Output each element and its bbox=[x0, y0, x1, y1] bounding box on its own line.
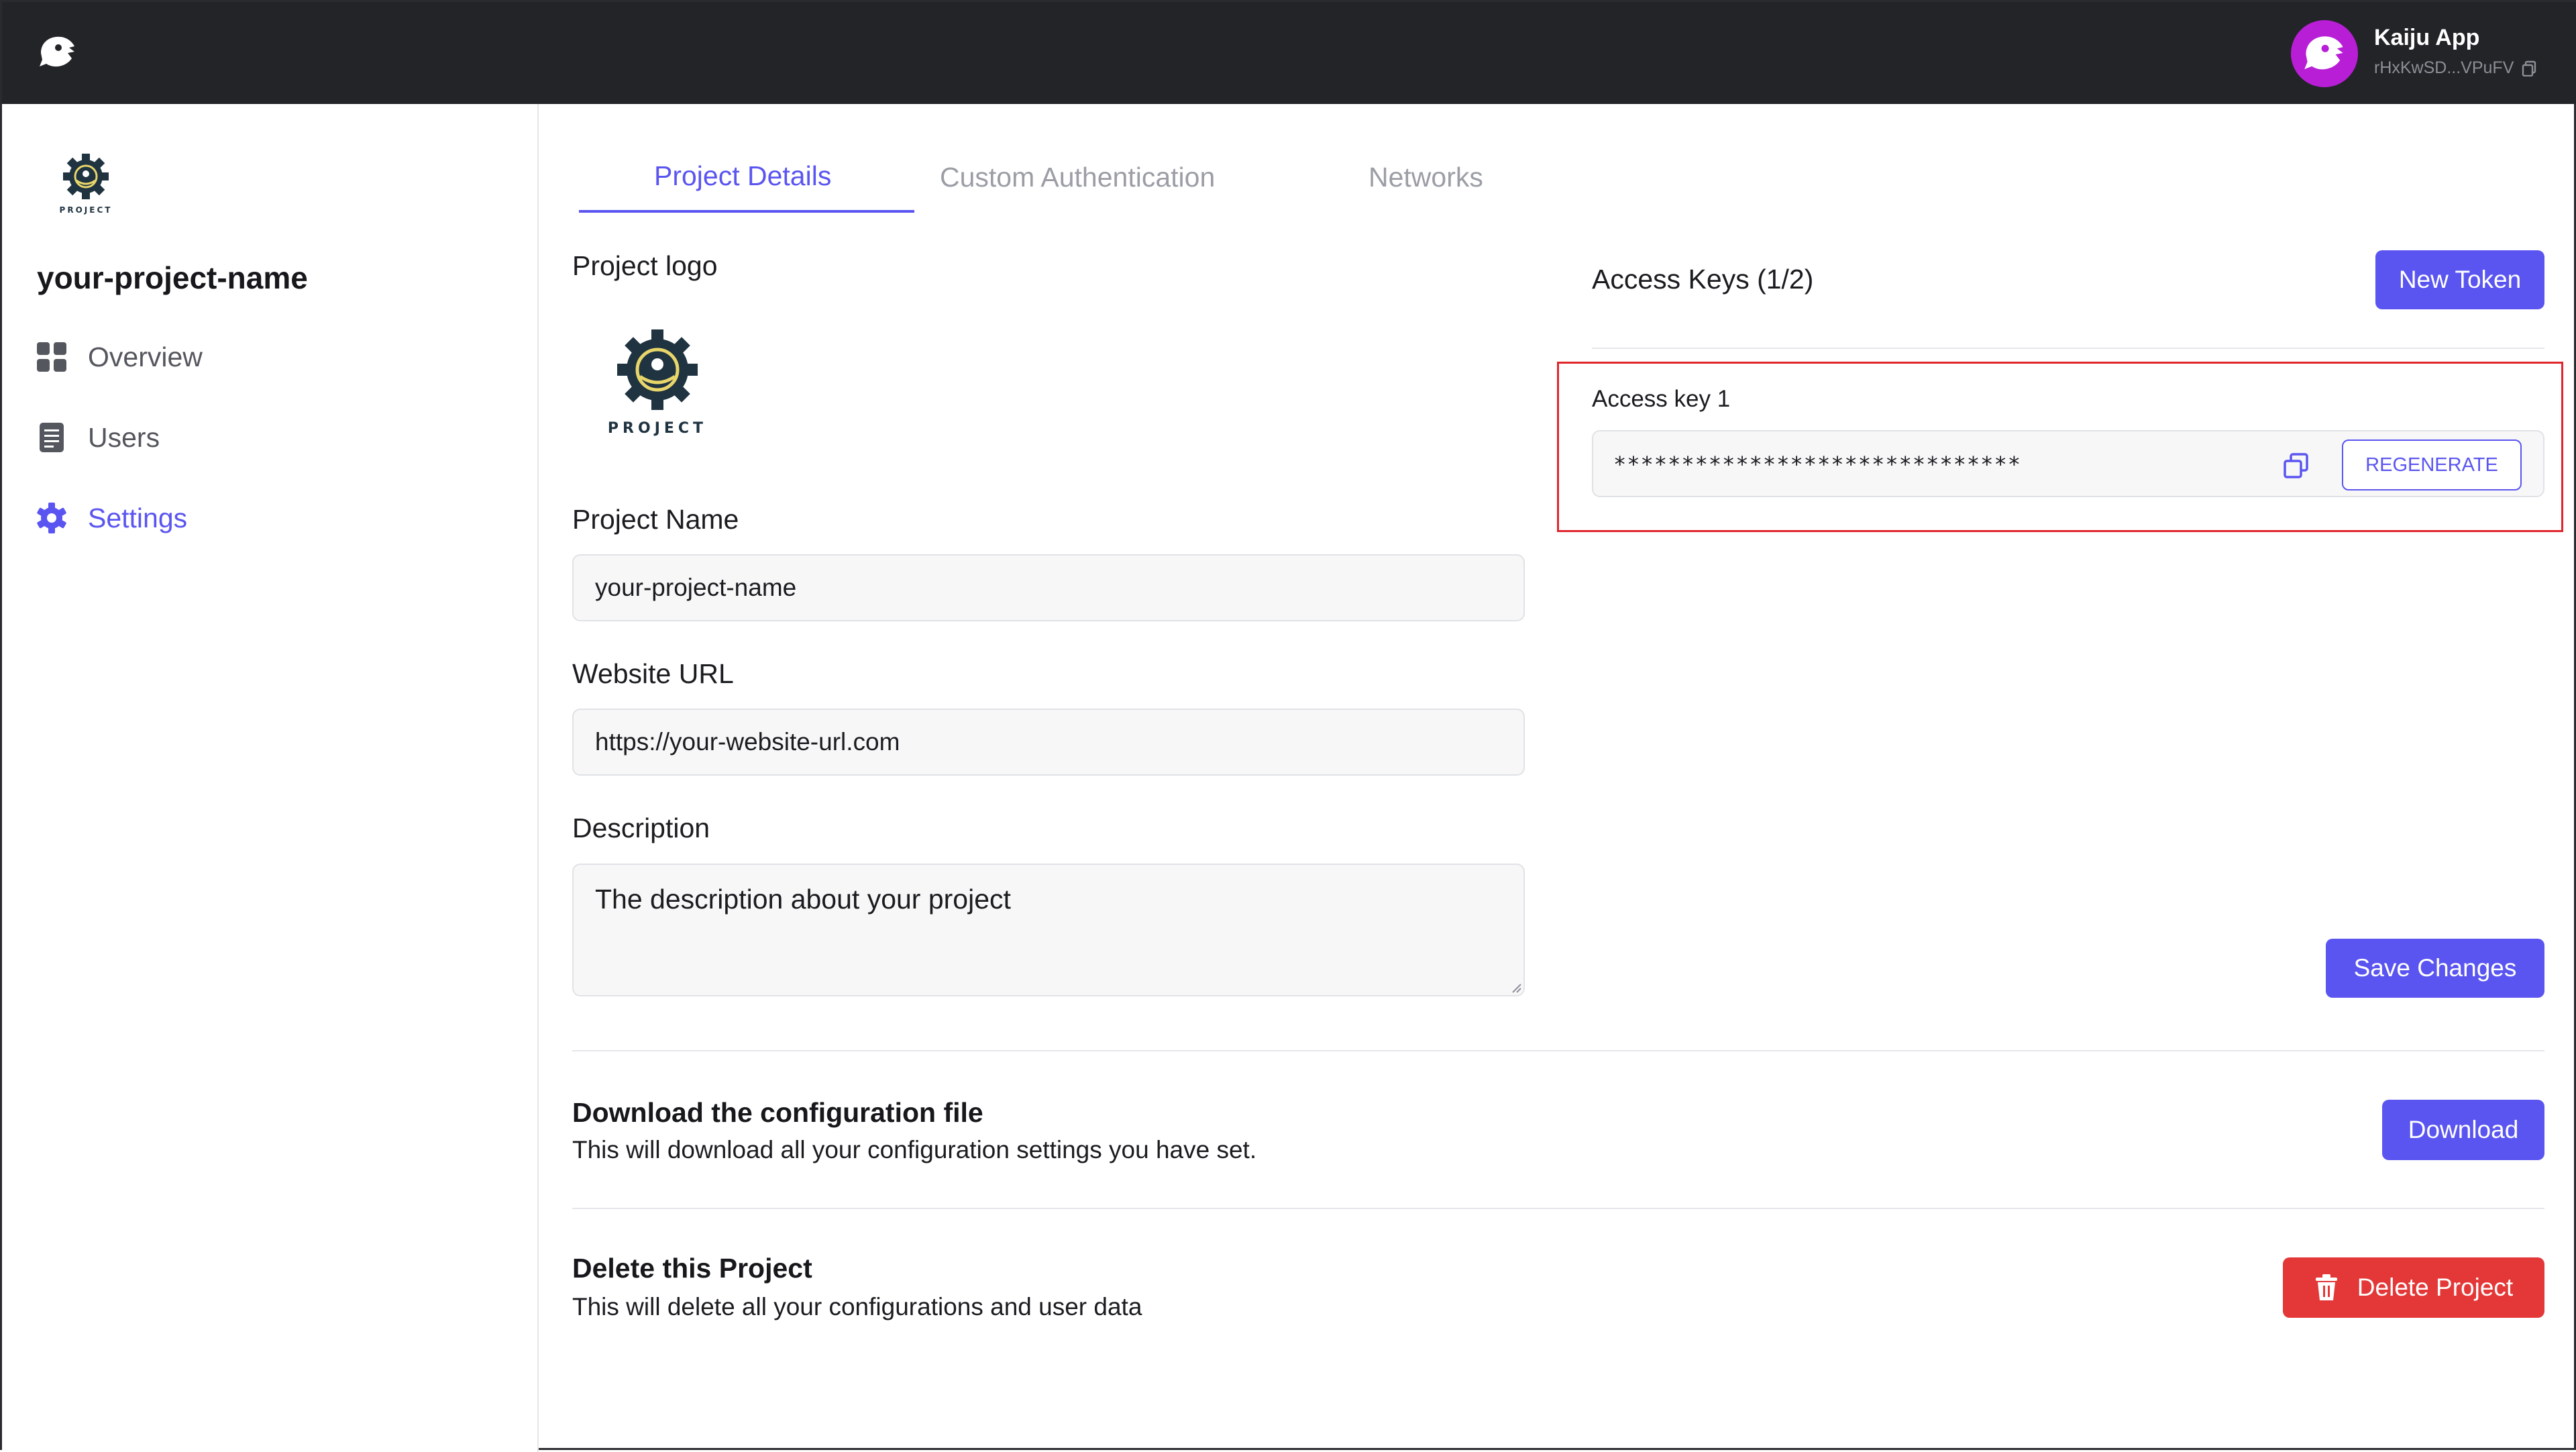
section-divider bbox=[572, 1050, 2544, 1051]
kaiju-avatar-icon bbox=[2304, 36, 2343, 70]
project-logo-image[interactable]: PROJECT bbox=[607, 324, 708, 438]
access-keys-title: Access Keys (1/2) bbox=[1592, 264, 1814, 295]
regenerate-button[interactable]: REGENERATE bbox=[2342, 439, 2522, 490]
delete-project-label: Delete Project bbox=[2357, 1274, 2514, 1301]
project-name-value: your-project-name bbox=[595, 574, 797, 601]
website-url-field[interactable]: https://your-website-url.com bbox=[572, 709, 1525, 776]
delete-project-button[interactable]: Delete Project bbox=[2283, 1257, 2544, 1318]
document-icon bbox=[40, 423, 64, 452]
main-logo-text: PROJECT bbox=[608, 420, 707, 437]
sidebar: PROJECT your-project-name Overview Users bbox=[2, 104, 539, 1452]
sidebar-item-users[interactable]: Users bbox=[36, 421, 160, 454]
grid-icon bbox=[37, 342, 66, 372]
app-address: rHxKwSD...VPuFV bbox=[2374, 58, 2536, 78]
top-bar: Kaiju App rHxKwSD...VPuFV bbox=[2, 2, 2576, 104]
access-key-field[interactable]: ****************************** REGENERAT… bbox=[1592, 430, 2544, 497]
app-name: Kaiju App bbox=[2374, 25, 2480, 50]
active-tab-indicator bbox=[579, 210, 914, 213]
new-token-button[interactable]: New Token bbox=[2375, 250, 2544, 309]
save-changes-button[interactable]: Save Changes bbox=[2326, 939, 2544, 998]
download-section-title: Download the configuration file bbox=[572, 1097, 983, 1128]
sidebar-item-label: Overview bbox=[88, 341, 203, 372]
description-field[interactable]: The description about your project bbox=[572, 864, 1525, 996]
download-button[interactable]: Download bbox=[2382, 1100, 2544, 1160]
resize-handle-icon[interactable] bbox=[1510, 982, 1522, 994]
side-logo-text: PROJECT bbox=[60, 205, 113, 215]
access-keys-divider bbox=[1592, 348, 2544, 349]
access-key-label: Access key 1 bbox=[1592, 386, 1731, 412]
copy-icon[interactable] bbox=[2522, 60, 2536, 76]
sidebar-item-label: Users bbox=[88, 421, 160, 453]
app-avatar[interactable] bbox=[2291, 20, 2358, 87]
project-logo-icon: PROJECT bbox=[60, 154, 113, 215]
tab-custom-authentication[interactable]: Custom Authentication bbox=[940, 162, 1215, 193]
sidebar-project-title: your-project-name bbox=[37, 260, 308, 295]
app-frame: Kaiju App rHxKwSD...VPuFV PROJECT your-p… bbox=[0, 0, 2576, 1452]
access-key-value: ****************************** bbox=[1613, 452, 2021, 477]
project-name-label: Project Name bbox=[572, 504, 739, 535]
app-address-text: rHxKwSD...VPuFV bbox=[2374, 58, 2514, 77]
section-divider bbox=[572, 1208, 2544, 1209]
website-url-label: Website URL bbox=[572, 658, 734, 689]
description-value: The description about your project bbox=[595, 884, 1011, 915]
project-name-field[interactable]: your-project-name bbox=[572, 554, 1525, 621]
gear-icon bbox=[37, 503, 66, 533]
tab-networks[interactable]: Networks bbox=[1368, 162, 1483, 193]
sidebar-item-settings[interactable]: Settings bbox=[36, 502, 187, 534]
sidebar-item-overview[interactable]: Overview bbox=[36, 341, 203, 373]
tab-project-details[interactable]: Project Details bbox=[654, 160, 831, 192]
project-logo-label: Project logo bbox=[572, 250, 718, 281]
download-section-description: This will download all your configuratio… bbox=[572, 1136, 1257, 1163]
website-url-value: https://your-website-url.com bbox=[595, 728, 900, 756]
sidebar-item-label: Settings bbox=[88, 502, 188, 533]
delete-section-title: Delete this Project bbox=[572, 1253, 812, 1284]
copy-key-icon[interactable] bbox=[2282, 452, 2311, 481]
trash-icon bbox=[2315, 1274, 2337, 1300]
description-label: Description bbox=[572, 813, 710, 843]
kaiju-logo-icon[interactable] bbox=[37, 33, 78, 72]
delete-section-description: This will delete all your configurations… bbox=[572, 1293, 1142, 1320]
